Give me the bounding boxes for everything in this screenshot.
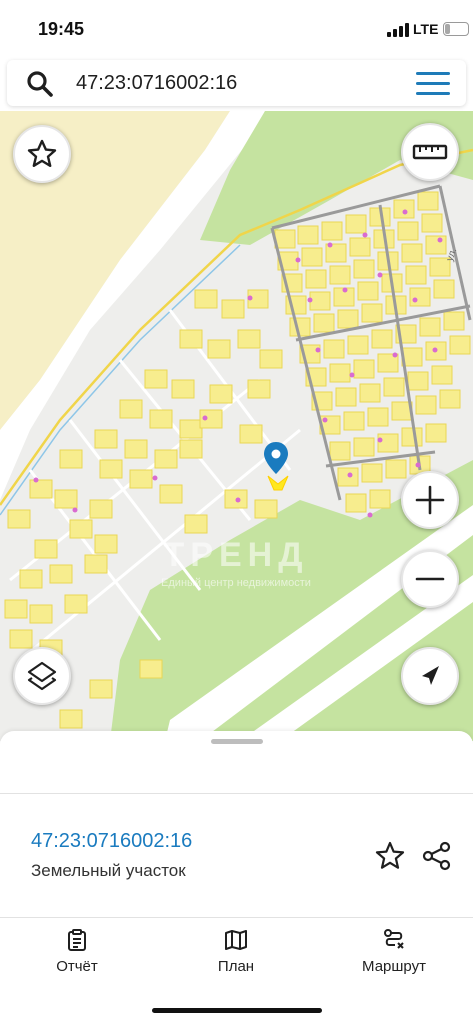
watermark-title: ТРЕНД (164, 536, 309, 574)
report-clipboard-icon (68, 929, 86, 951)
sheet-grab-handle[interactable] (211, 739, 263, 744)
star-icon[interactable] (374, 840, 406, 872)
zoom-in-button[interactable] (401, 471, 459, 529)
tab-label: Маршрут (362, 958, 426, 975)
ruler-icon[interactable] (403, 125, 457, 179)
map-plan-icon (225, 930, 247, 950)
tab-report[interactable]: Отчёт (17, 928, 137, 984)
hamburger-menu-icon[interactable] (416, 72, 450, 96)
divider (0, 793, 473, 794)
status-time: 19:45 (38, 19, 85, 39)
tab-plan[interactable]: План (176, 928, 296, 984)
tab-label: Отчёт (56, 958, 98, 975)
watermark-subtitle: Единый центр недвижимости (161, 577, 311, 589)
map-canvas[interactable]: ТРЕНД Единый центр недвижимости ул. (0, 111, 473, 741)
bottom-sheet[interactable]: 47:23:0716002:16 Земельный участок Отчёт… (0, 731, 473, 1024)
search-input[interactable]: 47:23:0716002:16 (76, 72, 237, 95)
locate-button[interactable] (401, 647, 459, 705)
zoom-out-button[interactable] (401, 550, 459, 608)
home-indicator[interactable] (152, 1008, 322, 1013)
divider (0, 917, 473, 918)
battery-icon: 21 (443, 22, 469, 36)
star-icon[interactable] (15, 127, 69, 181)
network-type: LTE (413, 21, 439, 37)
ruler-button[interactable] (401, 123, 459, 181)
parcel-number[interactable]: 47:23:0716002:16 (31, 830, 192, 853)
favorite-button[interactable] (13, 125, 71, 183)
battery-level: 21 (450, 22, 462, 33)
route-icon (384, 929, 404, 949)
minus-icon[interactable] (403, 552, 457, 606)
parcel-type: Земельный участок (31, 861, 186, 880)
search-icon[interactable] (26, 70, 54, 98)
share-icon[interactable] (421, 840, 453, 872)
tab-label: План (217, 958, 255, 975)
layers-button[interactable] (13, 647, 71, 705)
plus-icon[interactable] (403, 473, 457, 527)
navigation-arrow-icon[interactable] (403, 649, 457, 703)
layers-icon[interactable] (15, 649, 69, 703)
status-bar: 19:45 LTE 21 (0, 0, 473, 58)
tab-route[interactable]: Маршрут (334, 928, 454, 984)
map-view[interactable]: ТРЕНД Единый центр недвижимости ул. (0, 111, 473, 741)
search-bar[interactable]: 47:23:0716002:16 (7, 60, 466, 106)
signal-icon (387, 23, 409, 37)
